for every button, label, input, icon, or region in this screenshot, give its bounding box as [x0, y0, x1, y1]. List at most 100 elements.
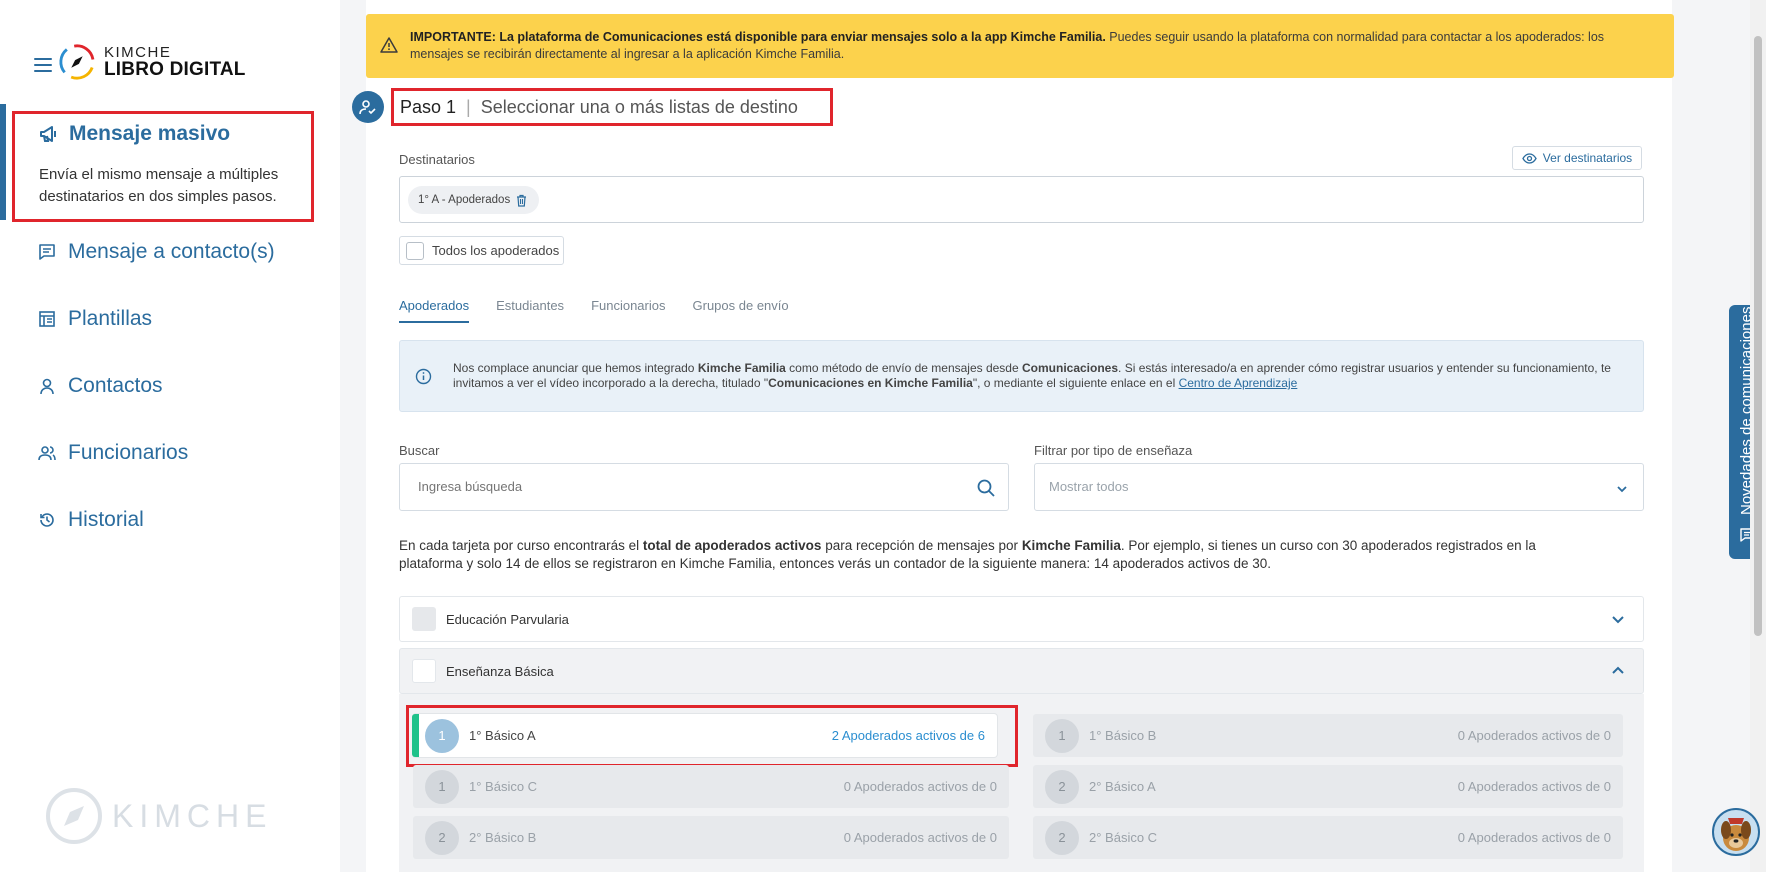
scrollbar[interactable] — [1750, 0, 1766, 872]
tab-grupos-envio[interactable]: Grupos de envío — [693, 298, 789, 323]
course-number: 1 — [1045, 718, 1079, 753]
logo[interactable]: KIMCHE LIBRO DIGITAL — [58, 43, 246, 81]
info-text-2: como método de envío de mensajes desde — [785, 361, 1022, 375]
step-separator: | — [466, 96, 471, 117]
sidebar-item-contactos[interactable]: Contactos — [38, 374, 163, 398]
checkbox[interactable] — [406, 241, 424, 260]
warning-icon — [380, 37, 398, 53]
compass-logo-icon — [59, 44, 95, 80]
sidebar-item-label: Plantillas — [68, 307, 153, 330]
filter-label: Filtrar por tipo de enseñaza — [1034, 443, 1193, 458]
course-card-1-basico-b[interactable]: 1 1° Básico B 0 Apoderados activos de 0 — [1033, 714, 1623, 757]
sidebar-item-mensaje-masivo[interactable]: Mensaje masivo Envía el mismo mensaje a … — [12, 111, 314, 222]
tab-apoderados[interactable]: Apoderados — [399, 298, 470, 323]
search-input[interactable] — [418, 479, 918, 494]
scrollbar-thumb[interactable] — [1754, 36, 1762, 636]
course-count: 2 Apoderados activos de 6 — [831, 728, 985, 743]
active-indicator — [0, 104, 6, 220]
sidebar-item-funcionarios[interactable]: Funcionarios — [38, 441, 188, 465]
all-guardians-label: Todos los apoderados — [432, 243, 560, 258]
step-icon — [352, 91, 384, 123]
recipient-chip: 1° A - Apoderados — [408, 186, 540, 214]
course-card-1-basico-a[interactable]: 1 1° Básico A 2 Apoderados activos de 6 — [412, 714, 997, 757]
eye-icon — [1522, 152, 1537, 164]
info-bold-2: Comunicaciones — [1022, 361, 1119, 375]
instruction-paragraph: En cada tarjeta por curso encontrarás el… — [399, 537, 1599, 573]
learning-center-link[interactable]: Centro de Aprendizaje — [1179, 376, 1298, 390]
course-number: 2 — [1045, 769, 1079, 804]
course-card-2-basico-b[interactable]: 2 2° Básico B 0 Apoderados activos de 0 — [413, 816, 1009, 859]
course-name: 1° Básico A — [469, 728, 536, 743]
compass-logo-icon — [46, 788, 102, 844]
para-text-1: En cada tarjeta por curso encontrarás el — [399, 538, 643, 553]
brand-line2: LIBRO DIGITAL — [104, 59, 246, 80]
section-checkbox[interactable] — [412, 659, 436, 683]
info-text-4: ", o mediante el siguiente enlace en el — [972, 376, 1179, 390]
course-count: 0 Apoderados activos de 0 — [1457, 779, 1611, 794]
sidebar-item-label: Mensaje masivo — [69, 122, 231, 145]
course-card-2-basico-c[interactable]: 2 2° Básico C 0 Apoderados activos de 0 — [1033, 816, 1623, 859]
course-count: 0 Apoderados activos de 0 — [1457, 830, 1611, 845]
recipients-field[interactable]: 1° A - Apoderados — [399, 176, 1644, 223]
course-card-2-basico-a[interactable]: 2 2° Básico A 0 Apoderados activos de 0 — [1033, 765, 1623, 808]
course-number: 1 — [425, 769, 459, 804]
section-educacion-parvularia[interactable]: Educación Parvularia — [399, 596, 1644, 642]
filter-select[interactable]: Mostrar todos — [1034, 463, 1644, 511]
course-count: 0 Apoderados activos de 0 — [843, 779, 997, 794]
chat-icon — [39, 244, 55, 260]
course-name: 2° Básico A — [1089, 779, 1156, 794]
chevron-down-icon — [1612, 616, 1624, 624]
active-bar — [412, 714, 419, 757]
sidebar-item-plantillas[interactable]: Plantillas — [38, 307, 152, 331]
section-label: Enseñanza Básica — [446, 663, 554, 679]
view-recipients-label: Ver destinatarios — [1542, 151, 1633, 165]
info-text-1: Nos complace anunciar que hemos integrad… — [453, 361, 698, 375]
trash-icon[interactable] — [516, 194, 527, 207]
course-name: 2° Básico B — [469, 830, 537, 845]
info-bold-1: Kimche Familia — [697, 361, 786, 375]
course-count: 0 Apoderados activos de 0 — [843, 830, 997, 845]
sidebar: KIMCHE LIBRO DIGITAL Mensaje masivo Enví… — [0, 0, 340, 872]
sidebar-item-mensaje-contacto[interactable]: Mensaje a contacto(s) — [38, 240, 275, 264]
search-box — [399, 463, 1009, 511]
info-box: Nos complace anunciar que hemos integrad… — [399, 340, 1644, 412]
tabs: Apoderados Estudiantes Funcionarios Grup… — [399, 298, 789, 323]
course-name: 1° Básico C — [469, 779, 538, 794]
dog-avatar-icon — [1721, 818, 1751, 851]
footer-brand: KIMCHE — [44, 786, 272, 846]
section-checkbox[interactable] — [412, 607, 436, 631]
sidebar-item-label: Historial — [68, 508, 144, 531]
tab-estudiantes[interactable]: Estudiantes — [496, 298, 564, 323]
section-ensenanza-basica[interactable]: Enseñanza Básica — [399, 648, 1644, 694]
para-bold-2: Kimche Familia — [1021, 538, 1121, 553]
info-icon — [415, 368, 432, 385]
sidebar-item-historial[interactable]: Historial — [38, 508, 144, 532]
all-guardians-checkbox[interactable]: Todos los apoderados — [399, 236, 564, 265]
step-title: Paso 1 | Seleccionar una o más listas de… — [391, 88, 833, 126]
course-number: 1 — [425, 718, 459, 753]
chevron-down-icon — [1617, 486, 1627, 493]
course-name: 2° Básico C — [1089, 830, 1158, 845]
course-count: 0 Apoderados activos de 0 — [1457, 728, 1611, 743]
course-number: 2 — [1045, 820, 1079, 855]
users-icon — [38, 446, 56, 461]
megaphone-icon — [40, 126, 56, 142]
sidebar-item-description: Envía el mismo mensaje a múltiples desti… — [39, 166, 279, 205]
banner-bold: IMPORTANTE: La plataforma de Comunicacio… — [410, 30, 1106, 44]
view-recipients-button[interactable]: Ver destinatarios — [1512, 146, 1642, 170]
sidebar-item-label: Funcionarios — [68, 441, 189, 464]
chevron-up-icon — [1612, 666, 1624, 674]
user-check-icon — [359, 100, 376, 115]
menu-icon[interactable] — [34, 58, 52, 72]
course-card-1-basico-c[interactable]: 1 1° Básico C 0 Apoderados activos de 0 — [413, 765, 1009, 808]
avatar[interactable] — [1712, 808, 1760, 856]
step-instruction: Seleccionar una o más listas de destino — [480, 96, 798, 117]
info-bold-3: Comunicaciones en Kimche Familia — [768, 376, 973, 390]
search-icon[interactable] — [976, 478, 996, 498]
course-name: 1° Básico B — [1089, 728, 1157, 743]
tab-funcionarios[interactable]: Funcionarios — [591, 298, 665, 323]
para-bold-1: total de apoderados activos — [642, 538, 822, 553]
filter-value: Mostrar todos — [1049, 479, 1129, 494]
course-number: 2 — [425, 820, 459, 855]
template-icon — [39, 311, 55, 327]
